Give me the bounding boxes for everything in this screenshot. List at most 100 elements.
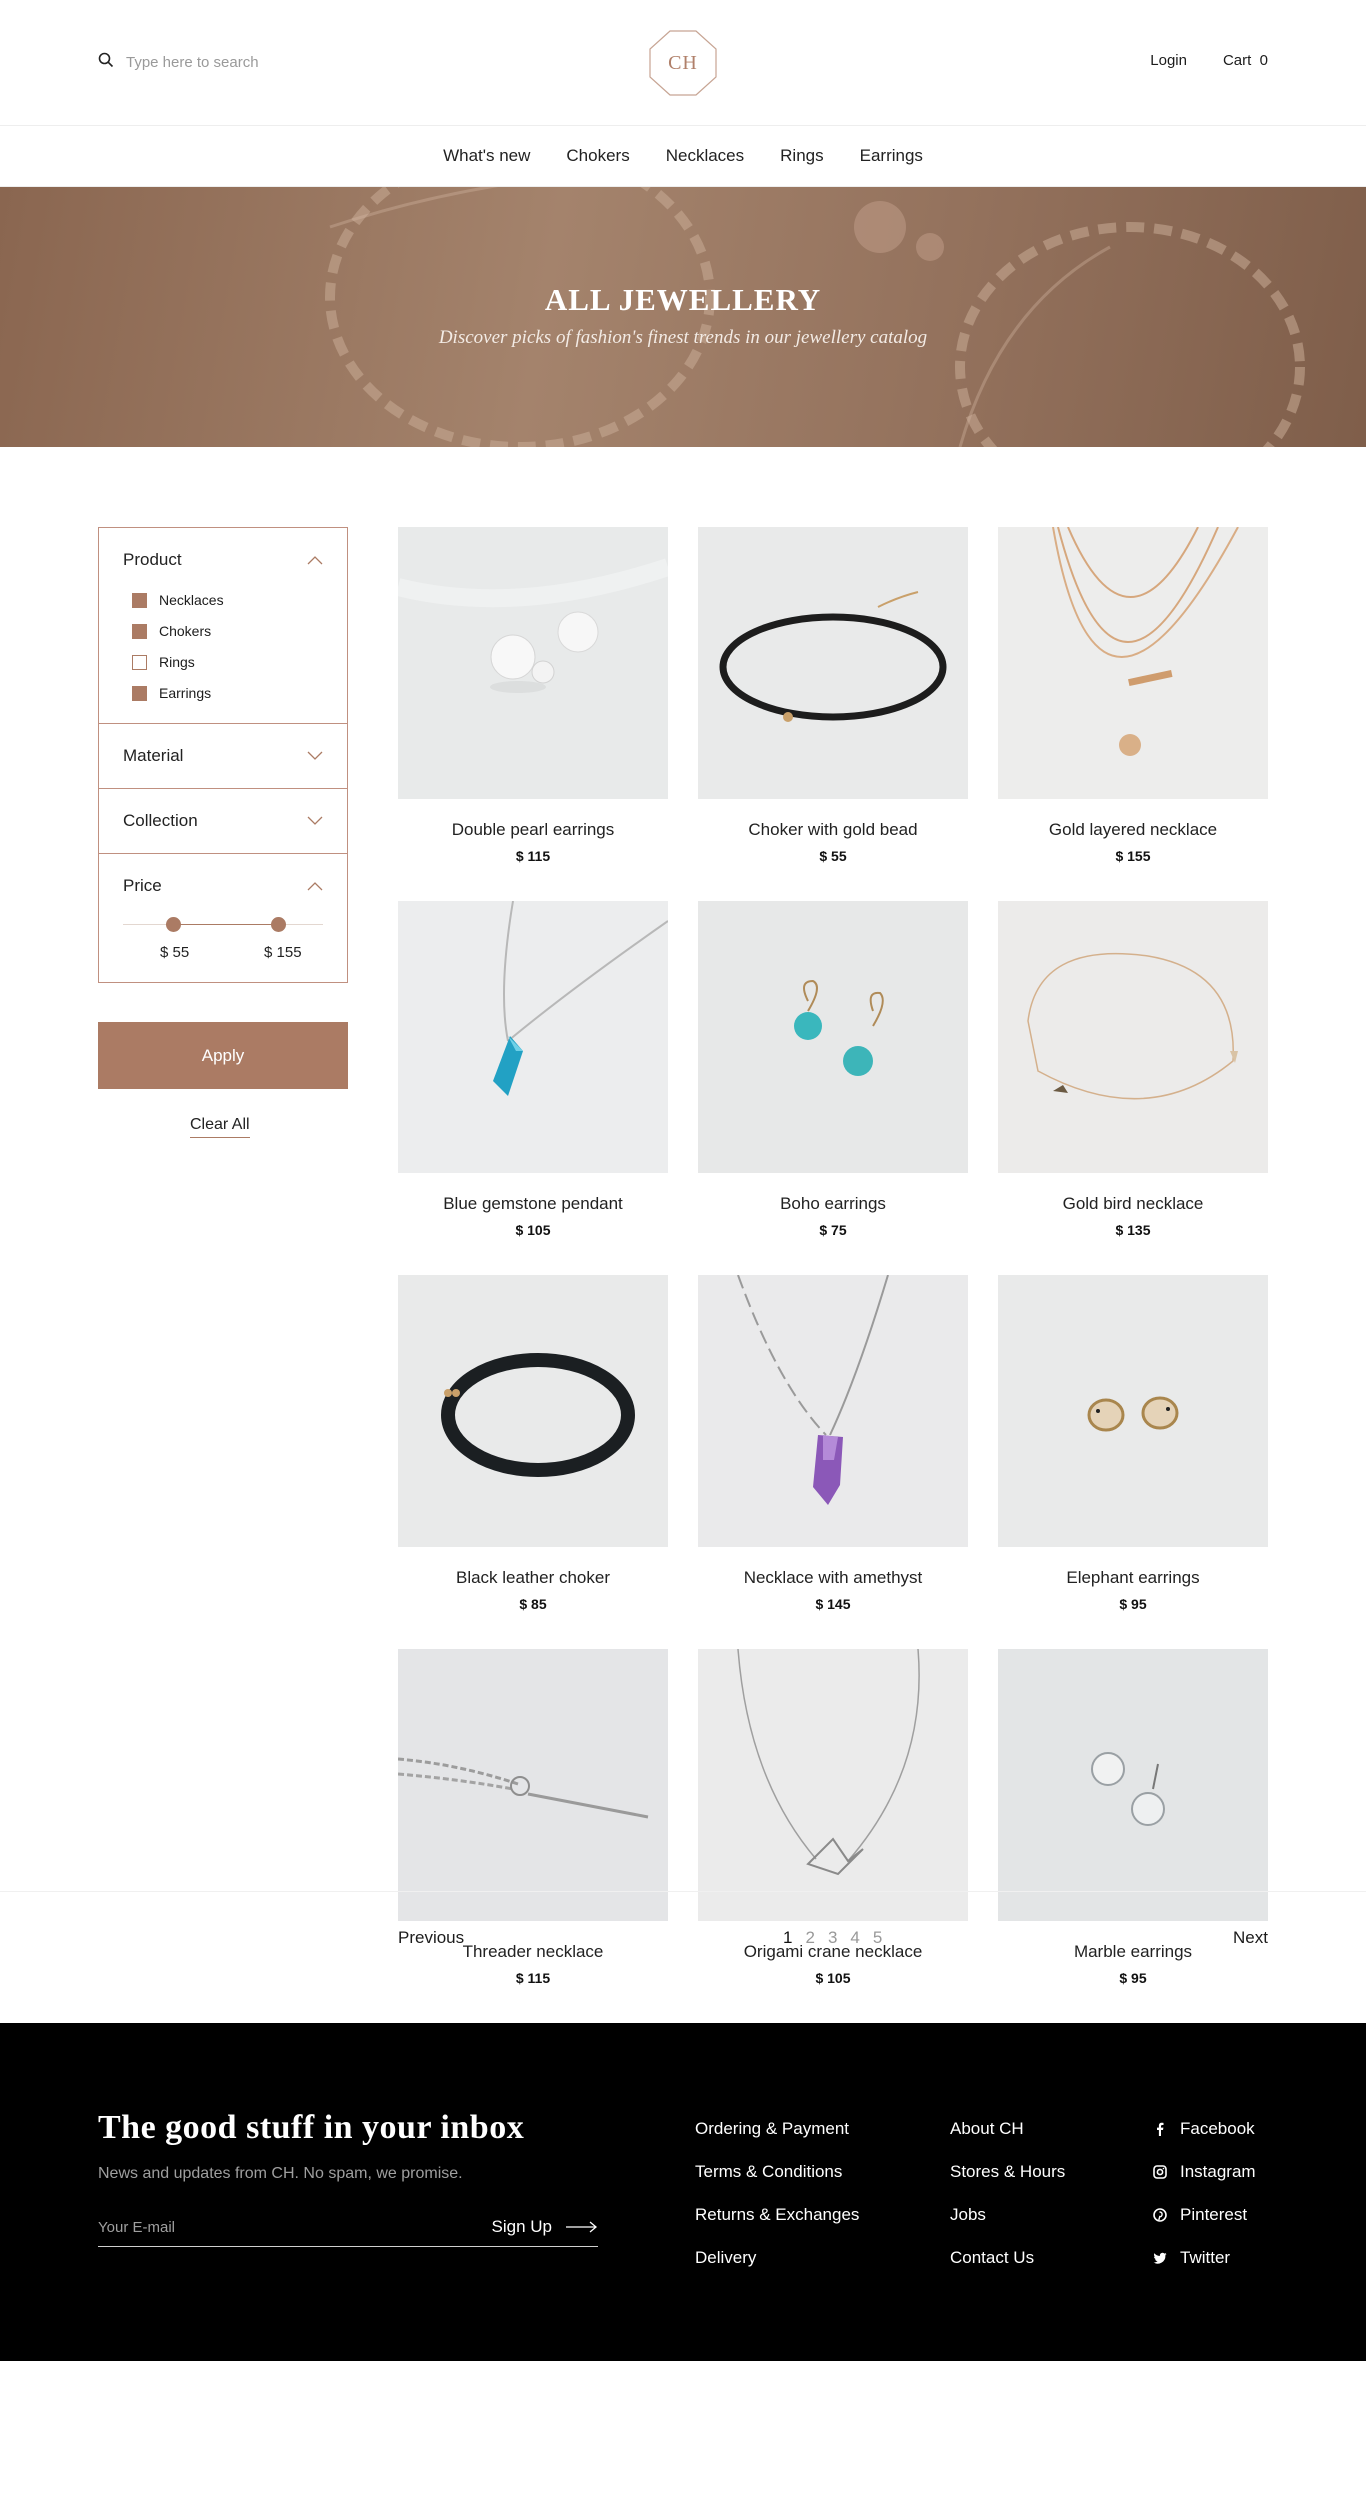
page-1[interactable]: 1 <box>783 1928 792 1948</box>
page-4[interactable]: 4 <box>850 1928 859 1948</box>
product-name[interactable]: Black leather choker <box>398 1568 668 1588</box>
checkbox-rings[interactable]: Rings <box>132 654 323 670</box>
logo[interactable]: CH <box>648 30 718 96</box>
product-image[interactable] <box>998 1649 1268 1921</box>
product-image[interactable] <box>698 1649 968 1921</box>
checkbox-box[interactable] <box>132 623 147 639</box>
footer-link-stores[interactable]: Stores & Hours <box>950 2162 1065 2182</box>
product-image[interactable] <box>398 1275 668 1547</box>
product-image[interactable] <box>698 1275 968 1547</box>
product-image[interactable] <box>698 901 968 1173</box>
filter-collection-header[interactable]: Collection <box>123 811 323 831</box>
hero-banner: ALL JEWELLERY Discover picks of fashion'… <box>0 187 1366 447</box>
product-price: $ 145 <box>815 1596 851 1612</box>
product-image[interactable] <box>398 901 668 1173</box>
slider-min-handle[interactable] <box>166 917 181 932</box>
product-image[interactable] <box>998 527 1268 799</box>
product-card[interactable]: Necklace with amethyst $ 145 <box>698 1275 968 1649</box>
page-5[interactable]: 5 <box>873 1928 882 1948</box>
chevron-down-icon <box>307 816 323 825</box>
filter-price-header[interactable]: Price <box>123 876 323 896</box>
product-card[interactable]: Boho earrings $ 75 <box>698 901 968 1275</box>
product-card[interactable]: Gold bird necklace $ 135 <box>998 901 1268 1275</box>
social-facebook[interactable]: Facebook <box>1153 2119 1256 2139</box>
product-image[interactable] <box>398 1649 668 1921</box>
twitter-icon <box>1153 2252 1167 2264</box>
product-name[interactable]: Gold bird necklace <box>998 1194 1268 1214</box>
footer-link-jobs[interactable]: Jobs <box>950 2205 1065 2225</box>
footer-column-company: About CH Stores & Hours Jobs Contact Us <box>950 2119 1065 2291</box>
social-label: Facebook <box>1180 2119 1255 2138</box>
filter-product-title: Product <box>123 550 182 569</box>
logo-text: CH <box>668 51 698 74</box>
search-input[interactable] <box>126 54 346 71</box>
product-card[interactable]: Blue gemstone pendant $ 105 <box>398 901 668 1275</box>
product-name[interactable]: Choker with gold bead <box>698 820 968 840</box>
filter-material-header[interactable]: Material <box>123 746 323 766</box>
nav-necklaces[interactable]: Necklaces <box>666 146 744 166</box>
checkbox-earrings[interactable]: Earrings <box>132 685 323 701</box>
filter-product-header[interactable]: Product <box>123 550 323 570</box>
product-name[interactable]: Boho earrings <box>698 1194 968 1214</box>
social-instagram[interactable]: Instagram <box>1153 2162 1256 2182</box>
page-numbers: 1 2 3 4 5 <box>783 1928 882 1948</box>
nav-whats-new[interactable]: What's new <box>443 146 530 166</box>
pinterest-icon <box>1153 2208 1167 2222</box>
footer-link-terms[interactable]: Terms & Conditions <box>695 2162 859 2182</box>
product-card[interactable]: Choker with gold bead $ 55 <box>698 527 968 901</box>
filter-collection: Collection <box>99 789 347 854</box>
footer-link-returns[interactable]: Returns & Exchanges <box>695 2205 859 2225</box>
chevron-down-icon <box>307 751 323 760</box>
page-3[interactable]: 3 <box>828 1928 837 1948</box>
product-price: $ 85 <box>519 1596 547 1612</box>
pagination-wrapper: Previous 1 2 3 4 5 Next <box>0 1891 1366 2024</box>
product-image[interactable] <box>398 527 668 799</box>
search <box>98 52 346 73</box>
product-name[interactable]: Necklace with amethyst <box>698 1568 968 1588</box>
previous-page-link[interactable]: Previous <box>398 1928 464 1948</box>
facebook-icon <box>1157 2122 1164 2136</box>
product-image[interactable] <box>998 901 1268 1173</box>
product-card[interactable]: Double pearl earrings $ 115 <box>398 527 668 901</box>
filter-material-title: Material <box>123 746 184 765</box>
footer-link-about[interactable]: About CH <box>950 2119 1065 2139</box>
product-name[interactable]: Elephant earrings <box>998 1568 1268 1588</box>
product-name[interactable]: Double pearl earrings <box>398 820 668 840</box>
product-image[interactable] <box>998 1275 1268 1547</box>
checkbox-box[interactable] <box>132 685 147 701</box>
email-field[interactable] <box>98 2219 458 2236</box>
product-name[interactable]: Blue gemstone pendant <box>398 1194 668 1214</box>
search-icon[interactable] <box>98 52 114 73</box>
nav-chokers[interactable]: Chokers <box>566 146 629 166</box>
checkbox-box[interactable] <box>132 654 147 670</box>
footer-link-delivery[interactable]: Delivery <box>695 2248 859 2268</box>
next-page-link[interactable]: Next <box>1233 1928 1268 1948</box>
product-name[interactable]: Gold layered necklace <box>998 820 1268 840</box>
login-link[interactable]: Login <box>1150 52 1187 69</box>
product-card[interactable]: Elephant earrings $ 95 <box>998 1275 1268 1649</box>
checkbox-chokers[interactable]: Chokers <box>132 623 323 639</box>
social-twitter[interactable]: Twitter <box>1153 2248 1256 2268</box>
checkbox-necklaces[interactable]: Necklaces <box>132 592 323 608</box>
footer-link-contact[interactable]: Contact Us <box>950 2248 1065 2268</box>
price-slider[interactable]: $ 55 $ 155 <box>123 910 323 961</box>
footer-column-help: Ordering & Payment Terms & Conditions Re… <box>695 2119 859 2291</box>
arrow-right-icon <box>566 2221 598 2233</box>
page-2[interactable]: 2 <box>805 1928 814 1948</box>
signup-button[interactable]: Sign Up <box>492 2217 598 2237</box>
product-image[interactable] <box>698 527 968 799</box>
clear-all-link[interactable]: Clear All <box>190 1116 250 1138</box>
footer: The good stuff in your inbox News and up… <box>0 2023 1366 2361</box>
cart-link[interactable]: Cart 0 <box>1223 52 1268 69</box>
product-card[interactable]: Black leather choker $ 85 <box>398 1275 668 1649</box>
social-pinterest[interactable]: Pinterest <box>1153 2205 1256 2225</box>
slider-max-handle[interactable] <box>271 917 286 932</box>
chevron-up-icon <box>307 882 323 891</box>
checkbox-box[interactable] <box>132 592 147 608</box>
product-price: $ 95 <box>1119 1596 1147 1612</box>
nav-earrings[interactable]: Earrings <box>860 146 923 166</box>
footer-link-ordering[interactable]: Ordering & Payment <box>695 2119 859 2139</box>
product-card[interactable]: Gold layered necklace $ 155 <box>998 527 1268 901</box>
nav-rings[interactable]: Rings <box>780 146 823 166</box>
apply-button[interactable]: Apply <box>98 1022 348 1089</box>
